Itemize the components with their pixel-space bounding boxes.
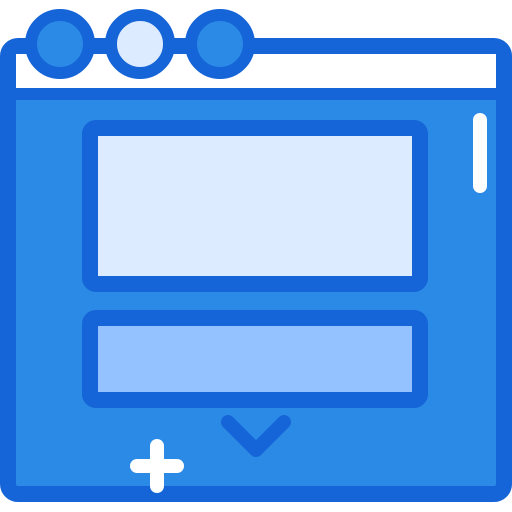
content-block-top xyxy=(82,120,428,292)
window-control-3[interactable] xyxy=(185,9,255,79)
browser-window-icon-svg xyxy=(0,9,512,502)
content-block-bottom xyxy=(82,310,428,408)
browser-window-icon xyxy=(0,0,512,512)
window-control-2[interactable] xyxy=(105,9,175,79)
window-control-1[interactable] xyxy=(25,9,95,79)
